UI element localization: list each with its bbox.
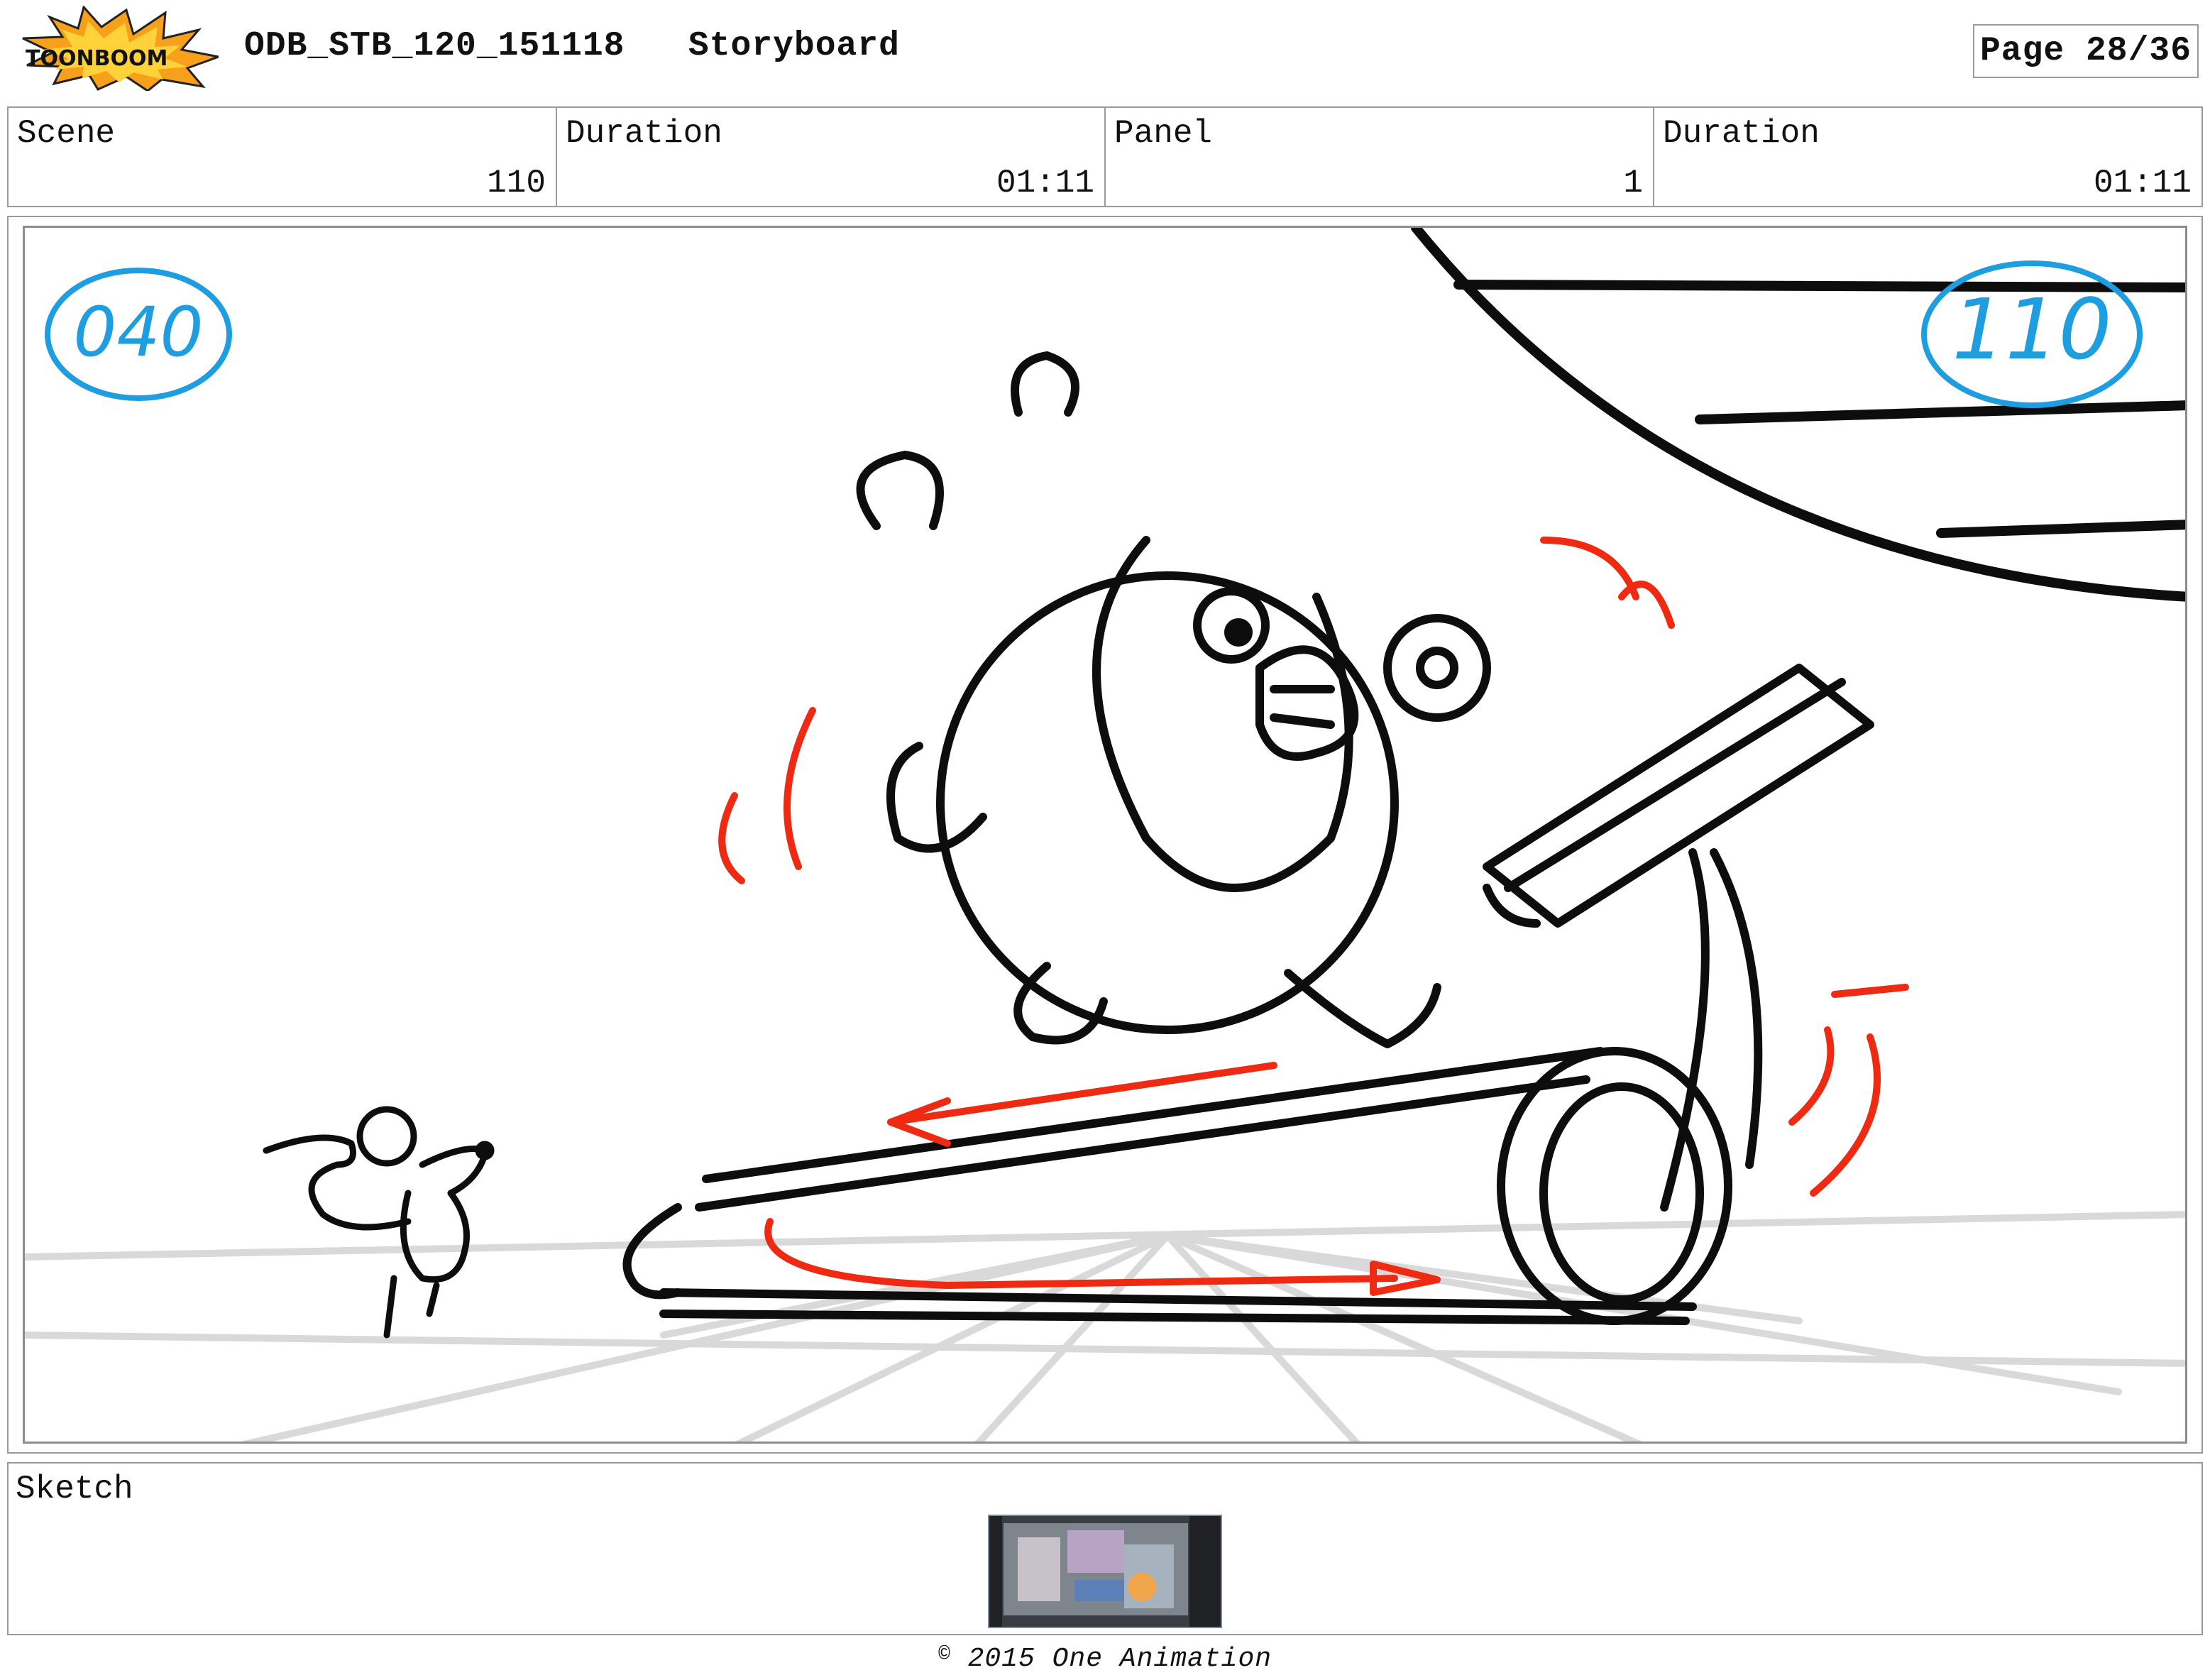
storyboard-panel-drawing: 040 110 bbox=[23, 226, 2187, 1444]
mouse bbox=[263, 1106, 495, 1339]
project-code: ODB_STB_120_151118 bbox=[244, 27, 625, 65]
panel-duration-value: 01:11 bbox=[2093, 165, 2192, 202]
scene-duration-label: Duration bbox=[566, 115, 722, 152]
running-character bbox=[856, 351, 1491, 1048]
panel-duration-label: Duration bbox=[1663, 115, 1820, 152]
panel-sketch-svg: 040 110 bbox=[25, 228, 2185, 1442]
copyright-symbol: © bbox=[938, 1644, 951, 1666]
page-indicator: Page 28/36 bbox=[1973, 24, 2199, 78]
scene-info-table: Scene 110 Duration 01:11 Panel 1 Duratio… bbox=[7, 106, 2203, 207]
scene-value: 110 bbox=[487, 165, 546, 202]
document-type: Storyboard bbox=[688, 27, 900, 65]
floor-perspective-grid bbox=[25, 1211, 2185, 1442]
scene-cell: Scene 110 bbox=[9, 108, 557, 206]
left-circle-number: 040 bbox=[73, 292, 203, 372]
panel-cell: Panel 1 bbox=[1106, 108, 1654, 206]
scene-duration-cell: Duration 01:11 bbox=[557, 108, 1106, 206]
sketch-thumbnail[interactable] bbox=[988, 1515, 1222, 1628]
panel-label: Panel bbox=[1114, 115, 1213, 152]
panel-duration-cell: Duration 01:11 bbox=[1654, 108, 2201, 206]
copyright-notice: © 2015 One Animation bbox=[0, 1644, 2210, 1674]
right-circle-number: 110 bbox=[1952, 280, 2111, 378]
panel-value: 1 bbox=[1623, 165, 1643, 202]
scene-duration-value: 01:11 bbox=[996, 165, 1094, 202]
copyright-text: 2015 One Animation bbox=[967, 1644, 1272, 1674]
sketch-label: Sketch bbox=[16, 1471, 133, 1508]
scene-label: Scene bbox=[17, 115, 116, 152]
document-title: ODB_STB_120_151118 Storyboard bbox=[244, 27, 900, 65]
logo-text: TOONBOOM bbox=[26, 46, 167, 71]
toonboom-logo: TOONBOOM bbox=[13, 4, 223, 92]
